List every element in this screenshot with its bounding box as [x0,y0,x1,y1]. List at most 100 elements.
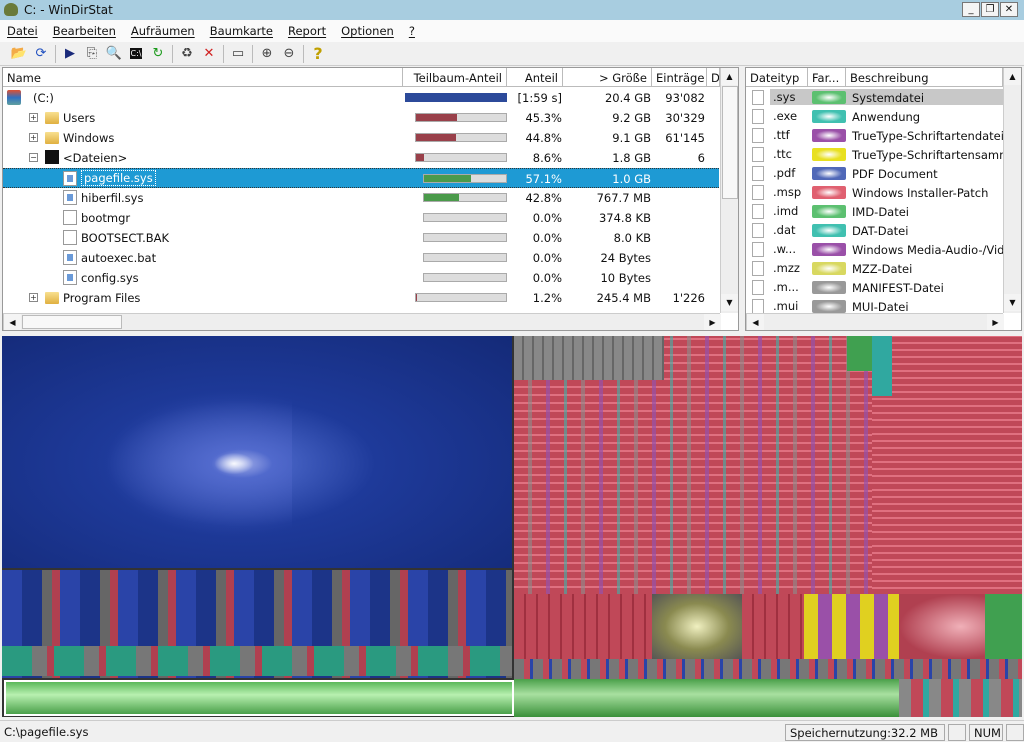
item-name: <Dateien> [63,151,128,165]
subtree-share-fill [424,175,471,182]
horizontal-scrollbar[interactable]: ◀ ▶ [3,313,721,330]
file-type-icon [752,109,764,124]
menu-item[interactable]: ? [409,24,415,38]
menu-item[interactable]: Optionen [341,24,394,38]
treemap-users-region[interactable] [872,336,1022,594]
menu-item[interactable]: Datei [7,24,38,38]
color-swatch [812,148,846,161]
tree-row[interactable]: (C:) [1:59 s] 20.4 GB 93'082 [3,88,719,108]
description: MANIFEST-Datei [852,281,944,295]
delete-button[interactable]: ✕ [198,44,220,64]
column-header[interactable]: Dateityp [746,68,808,87]
scroll-right-button[interactable]: ▶ [704,314,721,330]
zoom-out-button[interactable]: ⊖ [278,44,300,64]
column-header[interactable]: Teilbaum-Anteil [403,68,507,87]
directory-tree[interactable]: Name Teilbaum-Anteil Anteil > Größe Einträge… [2,67,739,331]
menu-item[interactable]: Aufräumen [131,24,195,38]
expand-toggle[interactable]: + [29,293,38,302]
item-count: 30'329 [665,111,705,125]
menu-item[interactable]: Baumkarte [210,24,273,38]
scroll-down-button[interactable]: ▼ [1004,294,1021,311]
file-type-row[interactable]: .mzz MZZ-Datei [746,259,1003,278]
scroll-up-button[interactable]: ▲ [1004,68,1021,85]
column-header[interactable]: Einträge [652,68,707,87]
tree-row[interactable]: − <Dateien> 8.6% 1.8 GB 6 [3,148,719,168]
column-header[interactable]: Name [3,68,403,87]
play-button[interactable]: ▶ [59,44,81,64]
treemap-selected-pagefile[interactable] [4,680,514,716]
toolbar-separator [223,44,224,63]
file-type-list[interactable]: Dateityp Far... Beschreibung .sys Systemdat… [745,67,1022,331]
column-header[interactable]: Far... [808,68,846,87]
properties-folder-button[interactable]: ▭ [227,44,249,64]
treemap[interactable] [2,336,1022,717]
minimize-button[interactable]: _ [962,2,980,17]
file-type-row[interactable]: .m... MANIFEST-Datei [746,278,1003,297]
scroll-down-button[interactable]: ▼ [721,294,738,311]
tree-row[interactable]: bootmgr 0.0% 374.8 KB [3,208,719,228]
item-name: Users [63,111,96,125]
open-folder-icon: 📂 [10,46,28,61]
maximize-button[interactable]: ❐ [981,2,999,17]
column-header[interactable]: Beschreibung [846,68,1003,87]
file-type-icon [752,242,764,257]
menu-item[interactable]: Report [288,24,326,38]
item-name: hiberfil.sys [81,191,144,205]
menu-item[interactable]: Bearbeiten [53,24,116,38]
vertical-scrollbar[interactable]: ▲ ▼ [720,68,738,313]
recycle-bin-button[interactable]: ♻ [176,44,198,64]
file-type-row[interactable]: .pdf PDF Document [746,164,1003,183]
scroll-left-button[interactable]: ◀ [4,314,21,330]
size: 374.8 KB [598,211,651,225]
scroll-up-button[interactable]: ▲ [721,68,738,85]
file-type-row[interactable]: .exe Anwendung [746,107,1003,126]
column-header[interactable]: D [707,68,720,87]
delete-icon: ✕ [203,46,215,61]
file-type-row[interactable]: .sys Systemdatei [746,88,1008,107]
color-swatch [812,300,846,313]
subtree-share-bar [415,293,507,302]
size: 1.0 GB [612,172,651,186]
help-button[interactable]: ? [307,44,329,64]
status-path: C:\pagefile.sys [4,725,89,739]
share: 0.0% [532,271,562,285]
file-type-row[interactable]: .imd IMD-Datei [746,202,1003,221]
command-prompt-button[interactable]: C:\ [125,44,147,64]
refresh-button[interactable]: ⟳ [30,44,52,64]
scroll-left-button[interactable]: ◀ [747,314,764,330]
close-button[interactable]: ✕ [1000,2,1018,17]
expand-toggle[interactable]: − [29,153,38,162]
file-type-icon [752,280,764,295]
copy-button[interactable]: ⎘ [81,44,103,64]
scroll-thumb[interactable] [22,315,122,329]
file-type-row[interactable]: .ttc TrueType-Schriftartensamm. [746,145,1014,164]
treemap-subregion [652,594,742,659]
file-type-row[interactable]: .ttf TrueType-Schriftartendatei [746,126,1004,145]
tree-row[interactable]: pagefile.sys 57.1% 1.0 GB [3,168,719,188]
open-folder-button[interactable]: 📂 [8,44,30,64]
tree-row[interactable]: + Program Files 1.2% 245.4 MB 1'226 [3,288,719,308]
zoom-in-button[interactable]: ⊕ [256,44,278,64]
tree-row[interactable]: hiberfil.sys 42.8% 767.7 MB [3,188,719,208]
expand-toggle[interactable]: + [29,113,38,122]
file-type-row[interactable]: .w... Windows Media-Audio-/Vid. [746,240,1008,259]
vertical-scrollbar[interactable]: ▲ ▼ [1003,68,1021,313]
file-type-row[interactable]: .dat DAT-Datei [746,221,1003,240]
treemap-subregion [514,679,899,717]
tree-row[interactable]: config.sys 0.0% 10 Bytes [3,268,719,288]
reload-button[interactable]: ↻ [147,44,169,64]
column-header[interactable]: > Größe [563,68,652,87]
tree-row[interactable]: autoexec.bat 0.0% 24 Bytes [3,248,719,268]
color-swatch [812,281,846,294]
column-header[interactable]: Anteil [507,68,563,87]
expand-toggle[interactable]: + [29,133,38,142]
explorer-search-button[interactable]: 🔍 [103,44,125,64]
scroll-thumb[interactable] [722,86,738,199]
scroll-right-button[interactable]: ▶ [987,314,1004,330]
system-file-icon [63,270,77,285]
tree-row[interactable]: + Windows 44.8% 9.1 GB 61'145 [3,128,719,148]
file-type-row[interactable]: .msp Windows Installer-Patch [746,183,1003,202]
horizontal-scrollbar[interactable]: ◀ ▶ [746,313,1004,330]
tree-row[interactable]: BOOTSECT.BAK 0.0% 8.0 KB [3,228,719,248]
tree-row[interactable]: + Users 45.3% 9.2 GB 30'329 [3,108,719,128]
